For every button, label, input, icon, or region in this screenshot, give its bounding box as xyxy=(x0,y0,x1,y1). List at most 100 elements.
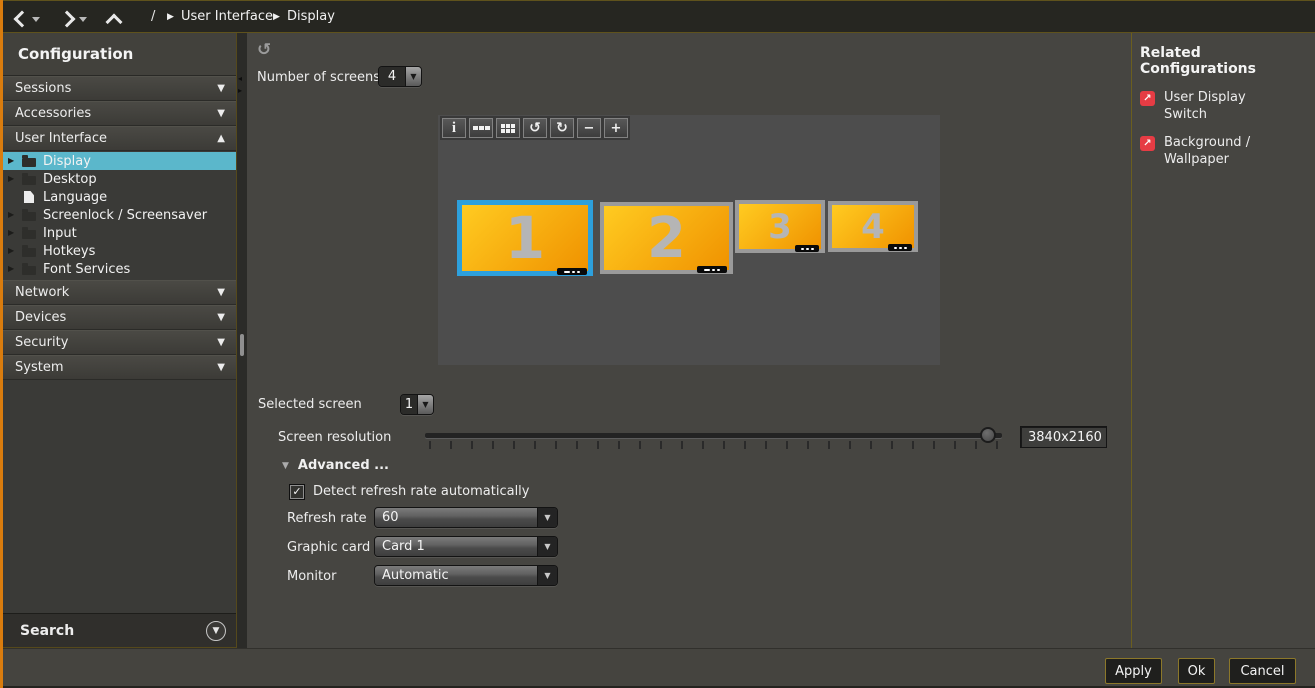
related-configurations-panel: Related Configurations ↗ User Display Sw… xyxy=(1131,33,1315,648)
folder-icon xyxy=(22,230,36,239)
collapse-left-icon[interactable]: ◂ xyxy=(238,75,242,83)
reset-to-default-icon[interactable]: ↺ xyxy=(257,40,271,60)
sidebar-section-system[interactable]: System ▼ xyxy=(3,355,236,380)
section-label: Network xyxy=(15,285,69,300)
monitor-number: 3 xyxy=(739,204,821,249)
up-level-icon[interactable] xyxy=(105,10,121,26)
monitor-4[interactable]: 4 xyxy=(828,201,918,252)
refresh-rate-select[interactable]: 60 ▼ xyxy=(374,507,558,528)
expander-icon[interactable]: ▶ xyxy=(8,211,21,219)
collapse-right-icon[interactable]: ▸ xyxy=(238,87,242,95)
search-expand-icon[interactable]: ▼ xyxy=(206,621,226,641)
splitter-grip[interactable] xyxy=(240,334,244,356)
collapse-arrow-icon: ▼ xyxy=(217,108,225,119)
forward-history-dropdown-icon[interactable] xyxy=(79,17,87,22)
tree-item-desktop[interactable]: ▶ Desktop xyxy=(3,170,236,188)
triangle-down-icon: ▼ xyxy=(544,571,550,580)
back-icon[interactable] xyxy=(13,10,29,26)
dropdown-arrow-icon[interactable]: ▼ xyxy=(405,67,421,86)
file-icon xyxy=(24,191,34,203)
resolution-value-field[interactable]: 3840x2160 xyxy=(1020,426,1107,448)
expander-icon[interactable]: ▶ xyxy=(8,175,21,183)
external-link-icon: ↗ xyxy=(1140,91,1155,106)
ok-button[interactable]: Ok xyxy=(1178,658,1215,684)
expander-icon[interactable]: ▶ xyxy=(8,157,21,165)
triangle-down-icon: ▼ xyxy=(544,513,550,522)
breadcrumb-user-interface[interactable]: User Interface xyxy=(181,9,273,24)
section-label: Security xyxy=(15,335,68,350)
arrange-grid-icon[interactable] xyxy=(496,118,520,138)
refresh-rate-label: Refresh rate xyxy=(287,511,367,526)
sidebar-section-sessions[interactable]: Sessions ▼ xyxy=(3,76,236,101)
forward-icon[interactable] xyxy=(58,10,74,26)
folder-icon xyxy=(22,212,36,221)
detect-refresh-checkbox[interactable]: ✓ xyxy=(290,485,304,499)
folder-icon xyxy=(22,266,36,275)
info-icon[interactable]: i xyxy=(442,118,466,138)
folder-icon xyxy=(22,158,36,167)
dropdown-arrow-icon[interactable]: ▼ xyxy=(537,537,557,556)
tree-item-label: Hotkeys xyxy=(43,244,95,259)
related-link-label: User Display Switch xyxy=(1164,90,1289,124)
breadcrumb-display[interactable]: Display xyxy=(287,9,335,24)
expander-icon[interactable]: ▶ xyxy=(8,229,21,237)
detect-refresh-checkbox-row[interactable]: ✓ Detect refresh rate automatically xyxy=(290,484,529,499)
resolution-slider-track[interactable] xyxy=(425,433,1002,438)
select-value: 60 xyxy=(375,508,537,527)
number-of-screens-select[interactable]: 4 ▼ xyxy=(378,66,422,87)
sidebar-section-accessories[interactable]: Accessories ▼ xyxy=(3,101,236,126)
triangle-down-icon: ▼ xyxy=(422,400,428,409)
monitor-select-label: Monitor xyxy=(287,569,336,584)
expander-icon[interactable]: ▶ xyxy=(8,265,21,273)
configuration-sidebar: Configuration Sessions ▼ Accessories ▼ U… xyxy=(3,33,237,648)
triangle-down-icon: ▼ xyxy=(544,542,550,551)
rotate-right-icon[interactable]: ↻ xyxy=(550,118,574,138)
zoom-in-icon[interactable]: + xyxy=(604,118,628,138)
monitor-number: 4 xyxy=(832,205,914,248)
resolution-slider-handle[interactable] xyxy=(980,427,996,443)
advanced-toggle[interactable]: ▼ Advanced ... xyxy=(282,458,389,473)
related-link-background-wallpaper[interactable]: ↗ Background / Wallpaper xyxy=(1140,135,1309,169)
sidebar-splitter[interactable]: ◂ ▸ xyxy=(237,33,247,648)
graphic-card-select[interactable]: Card 1 ▼ xyxy=(374,536,558,557)
back-history-dropdown-icon[interactable] xyxy=(32,17,40,22)
tree-item-language[interactable]: Language xyxy=(3,188,236,206)
sidebar-section-devices[interactable]: Devices ▼ xyxy=(3,305,236,330)
sidebar-section-network[interactable]: Network ▼ xyxy=(3,280,236,305)
monitor-2[interactable]: 2 xyxy=(600,202,733,274)
tree-item-hotkeys[interactable]: ▶ Hotkeys xyxy=(3,242,236,260)
dropdown-arrow-icon[interactable]: ▼ xyxy=(417,395,433,414)
graphic-card-label: Graphic card xyxy=(287,540,370,555)
tree-item-screenlock[interactable]: ▶ Screenlock / Screensaver xyxy=(3,206,236,224)
expand-arrow-icon: ▲ xyxy=(217,133,225,144)
apply-button[interactable]: Apply xyxy=(1105,658,1162,684)
rotate-left-icon[interactable]: ↺ xyxy=(523,118,547,138)
check-icon: ✓ xyxy=(292,486,301,497)
triangle-down-icon: ▼ xyxy=(410,72,416,81)
monitor-1[interactable]: 1 xyxy=(457,200,593,276)
top-navigation-bar: / ▶ User Interface ▶ Display xyxy=(0,0,1315,33)
sidebar-section-security[interactable]: Security ▼ xyxy=(3,330,236,355)
dropdown-arrow-icon[interactable]: ▼ xyxy=(537,508,557,527)
dropdown-arrow-icon[interactable]: ▼ xyxy=(537,566,557,585)
select-value: 1 xyxy=(401,395,417,414)
arrangement-toolbar: i ↺ ↻ − + xyxy=(440,116,630,140)
arrange-row-icon[interactable] xyxy=(469,118,493,138)
cancel-button[interactable]: Cancel xyxy=(1229,658,1296,684)
tree-item-font-services[interactable]: ▶ Font Services xyxy=(3,260,236,278)
detect-refresh-label: Detect refresh rate automatically xyxy=(313,484,529,499)
zoom-out-icon[interactable]: − xyxy=(577,118,601,138)
related-link-user-display-switch[interactable]: ↗ User Display Switch xyxy=(1140,90,1309,124)
advanced-label: Advanced ... xyxy=(298,458,389,473)
sidebar-section-user-interface[interactable]: User Interface ▲ xyxy=(3,126,236,151)
breadcrumb-root[interactable]: / xyxy=(151,9,155,24)
tree-item-input[interactable]: ▶ Input xyxy=(3,224,236,242)
search-section[interactable]: Search ▼ xyxy=(3,613,236,647)
tree-item-display[interactable]: ▶ Display xyxy=(3,152,236,170)
expander-icon[interactable]: ▶ xyxy=(8,247,21,255)
breadcrumb-arrow-icon: ▶ xyxy=(167,12,174,22)
monitor-select[interactable]: Automatic ▼ xyxy=(374,565,558,586)
selected-screen-select[interactable]: 1 ▼ xyxy=(400,394,434,415)
monitor-3[interactable]: 3 xyxy=(735,200,825,253)
action-bar: Apply Ok Cancel xyxy=(0,648,1315,688)
